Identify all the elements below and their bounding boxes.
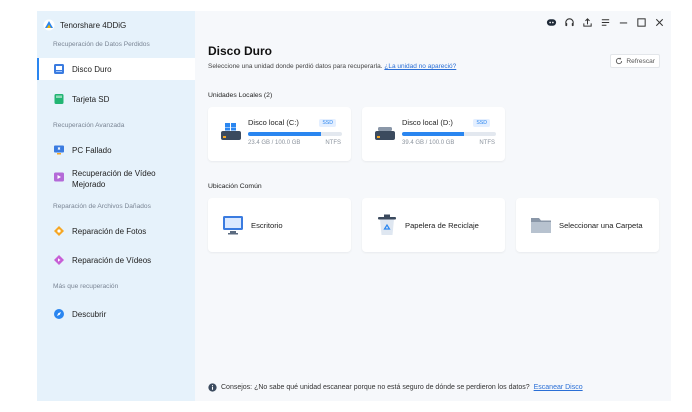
headset-icon <box>564 17 574 26</box>
crashed-pc-icon <box>54 145 64 155</box>
drive-usage-bar <box>402 132 496 136</box>
page-subtitle: Seleccione una unidad donde perdió datos… <box>208 63 456 70</box>
app-window: Tenorshare 4DDiG Recuperación de Datos P… <box>37 11 671 401</box>
location-select-folder[interactable]: Seleccionar una Carpeta <box>516 198 659 252</box>
refresh-icon <box>616 57 623 65</box>
recycle-bin-icon <box>378 214 396 235</box>
refresh-button[interactable]: Refrescar <box>610 54 660 68</box>
chat-icon <box>546 18 556 26</box>
discover-icon <box>54 309 64 319</box>
drive-filesystem: NTFS <box>479 140 495 146</box>
drive-card-c[interactable]: Disco local (C:) SSD 23.4 GB / 100.0 GB … <box>208 107 351 161</box>
windows-drive-icon <box>221 123 241 140</box>
minimize-button[interactable] <box>617 16 629 28</box>
app-logo-icon <box>43 19 55 31</box>
drive-card-d[interactable]: Disco local (D:) SSD 39.4 GB / 100.0 GB … <box>362 107 505 161</box>
location-label: Papelera de Reciclaje <box>405 220 479 230</box>
desktop-icon <box>223 216 243 235</box>
menu-button[interactable] <box>599 16 611 28</box>
refresh-label: Refrescar <box>626 57 655 65</box>
section-label-lost-data: Recuperación de Datos Perdidos <box>53 41 150 48</box>
drive-icon <box>375 127 395 140</box>
drive-name: Disco local (C:) <box>248 118 299 127</box>
drive-usage-fill <box>402 132 465 136</box>
sidebar-item-label: Tarjeta SD <box>72 94 110 104</box>
sidebar-item-sd-card[interactable]: Tarjeta SD <box>37 88 195 110</box>
drive-size: 23.4 GB / 100.0 GB <box>248 140 301 146</box>
main-panel: Disco Duro Seleccione una unidad donde p… <box>195 11 671 401</box>
location-desktop[interactable]: Escritorio <box>208 198 351 252</box>
video-repair-icon <box>54 255 64 265</box>
location-label: Seleccionar una Carpeta <box>559 220 643 230</box>
sd-card-icon <box>54 94 64 104</box>
minimize-icon <box>619 21 627 23</box>
sidebar-item-video-repair[interactable]: Reparación de Vídeos <box>37 249 195 271</box>
sidebar-item-label: Recuperación de Vídeo Mejorado <box>72 168 156 190</box>
sidebar-item-label: Reparación de Fotos <box>72 226 147 236</box>
sidebar-item-label: PC Fallado <box>72 145 112 155</box>
sidebar-item-label: Reparación de Vídeos <box>72 255 152 265</box>
close-button[interactable] <box>653 16 665 28</box>
drive-not-found-link[interactable]: ¿La unidad no apareció? <box>384 63 456 70</box>
common-locations-label: Ubicación Común <box>208 183 262 190</box>
drive-usage-bar <box>248 132 342 136</box>
menu-icon <box>601 18 609 26</box>
local-drives-label: Unidades Locales (2) <box>208 92 273 99</box>
photo-repair-icon <box>54 226 64 236</box>
drive-name: Disco local (D:) <box>402 118 453 127</box>
sidebar-item-label: Descubrir <box>72 309 107 319</box>
sidebar-item-label: Disco Duro <box>72 64 112 74</box>
video-recovery-icon <box>54 172 64 182</box>
app-name: Tenorshare 4DDiG <box>60 20 127 30</box>
page-title: Disco Duro <box>208 44 273 58</box>
sidebar-item-label-line1: Recuperación de Vídeo <box>72 169 156 178</box>
sidebar-item-label-line2: Mejorado <box>72 180 106 189</box>
section-label-repair: Reparación de Archivos Dañados <box>53 203 151 210</box>
sidebar-item-photo-repair[interactable]: Reparación de Fotos <box>37 220 195 242</box>
section-label-advanced: Recuperación Avanzada <box>53 122 125 129</box>
upload-icon <box>582 17 592 27</box>
drive-filesystem: NTFS <box>325 140 341 146</box>
sidebar-item-crashed-pc[interactable]: PC Fallado <box>37 139 195 161</box>
section-label-more: Más que recuperación <box>53 283 119 290</box>
chat-button[interactable] <box>545 16 557 28</box>
hard-drive-icon <box>54 64 64 74</box>
location-recycle-bin[interactable]: Papelera de Reciclaje <box>362 198 505 252</box>
maximize-button[interactable] <box>635 16 647 28</box>
brand: Tenorshare 4DDiG <box>43 18 126 32</box>
tip-text: Consejos: ¿No sabe qué unidad escanear p… <box>221 384 530 391</box>
sidebar-item-hard-drive[interactable]: Disco Duro <box>37 58 195 80</box>
sidebar: Tenorshare 4DDiG Recuperación de Datos P… <box>37 11 195 401</box>
support-button[interactable] <box>563 16 575 28</box>
subtitle-text: Seleccione una unidad donde perdió datos… <box>208 63 383 70</box>
upload-button[interactable] <box>581 16 593 28</box>
drive-type-badge: SSD <box>473 119 490 127</box>
title-bar-controls <box>545 16 665 28</box>
scan-disk-link[interactable]: Escanear Disco <box>534 384 583 391</box>
location-label: Escritorio <box>251 220 283 230</box>
folder-icon <box>531 218 551 233</box>
tip-bar: Consejos: ¿No sabe qué unidad escanear p… <box>208 383 583 392</box>
drive-size: 39.4 GB / 100.0 GB <box>402 140 455 146</box>
close-icon <box>655 18 663 26</box>
drive-type-badge: SSD <box>319 119 336 127</box>
drive-usage-fill <box>248 132 322 136</box>
maximize-icon <box>636 17 646 27</box>
info-icon <box>208 383 217 392</box>
sidebar-item-discover[interactable]: Descubrir <box>37 303 195 325</box>
sidebar-item-video-recovery[interactable]: Recuperación de Vídeo Mejorado <box>37 165 195 193</box>
